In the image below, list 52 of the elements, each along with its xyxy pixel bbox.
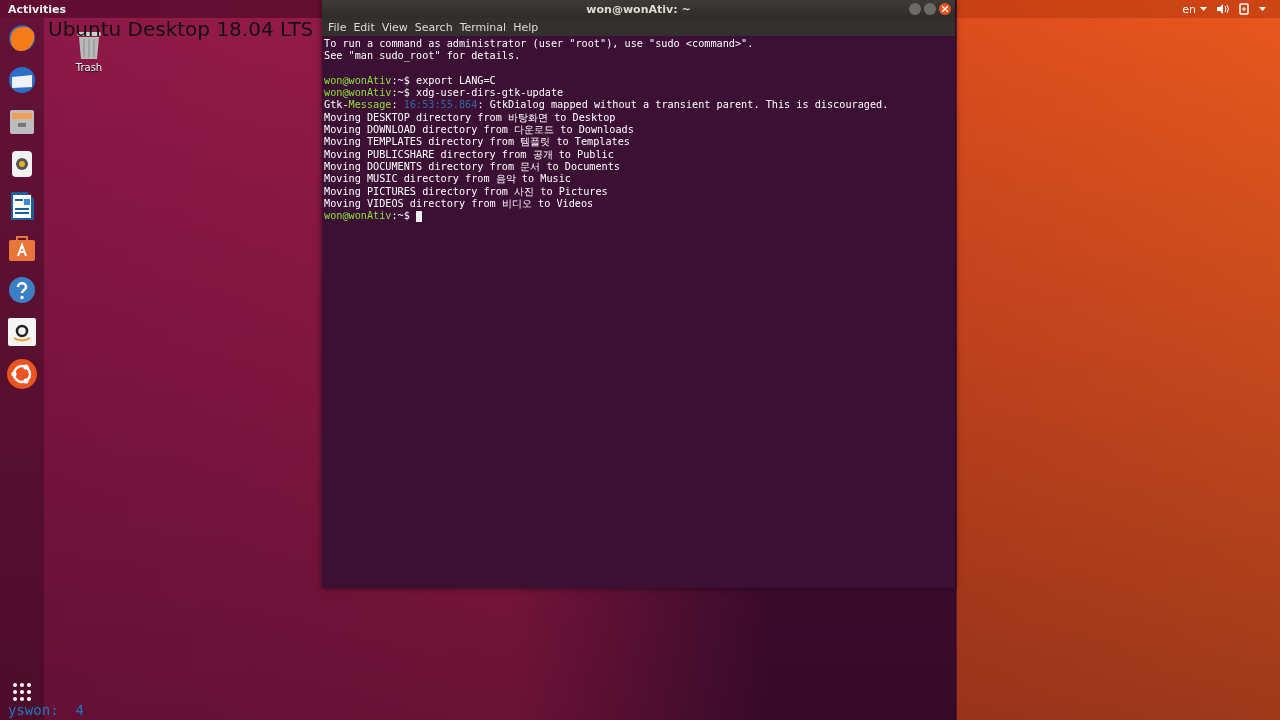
circle-of-friends-icon (6, 358, 38, 390)
dock-item[interactable] (6, 358, 38, 390)
caret-icon (1200, 7, 1207, 11)
user-counter: yswon: 4 (8, 702, 84, 718)
menu-item[interactable]: View (379, 20, 413, 34)
terminal-text: : (391, 99, 399, 112)
mail-icon (7, 65, 37, 95)
terminal-text: Moving PICTURES directory from 사진 to Pictures (324, 185, 608, 198)
speaker-icon (1217, 4, 1229, 14)
terminal-text: See "man sudo_root" for details. (324, 50, 521, 63)
video-caption: Ubuntu Desktop 18.04 LTS (48, 17, 314, 41)
terminal-text: won@wonAtiv (324, 74, 392, 88)
menu-item[interactable]: Edit (351, 20, 380, 34)
terminal-text: : GtkDialog mapped without a transient parent. This is discouraged. (477, 99, 889, 112)
window-title: won@wonAtiv: ~ (586, 2, 691, 16)
terminal-text: :~$ xdg-user-dirs-gtk-update (391, 87, 564, 100)
terminal-text: Moving MUSIC directory from 음악 to Music (324, 173, 571, 186)
help-icon (8, 276, 36, 304)
document-icon (9, 191, 35, 221)
dock-item[interactable] (6, 274, 38, 306)
dock-item[interactable] (6, 64, 38, 96)
terminal-text: Moving PUBLICSHARE directory from 공개 to Public (324, 148, 614, 161)
close-icon (942, 6, 948, 12)
terminal-text: To run a command as administrator (user "root"), use "sudo <command>". (324, 38, 754, 51)
text-cursor (416, 210, 422, 222)
shopping-bag-icon (8, 234, 36, 262)
language-menu[interactable]: en (1182, 2, 1196, 16)
menu-item[interactable]: Terminal (457, 20, 512, 34)
close-button[interactable] (939, 3, 951, 15)
terminal-text: :~$ (391, 210, 411, 223)
terminal-text: Moving DOCUMENTS directory from 문서 to Documents (324, 160, 620, 174)
icon-label: Trash (75, 62, 103, 73)
terminal-text: won@wonAtiv (324, 210, 392, 223)
activities-button[interactable]: Activities (8, 2, 67, 16)
minimize-button[interactable] (909, 3, 921, 15)
terminal-text: Moving DOWNLOAD directory from 다운로드 to Downloads (324, 124, 634, 137)
terminal-text: 16:53:55.864 (403, 99, 478, 112)
terminal-text: :~$ export LANG=C (391, 74, 496, 88)
terminal-text: Gtk- (324, 99, 349, 112)
menu-item[interactable]: File (326, 20, 352, 34)
terminal-text: Moving VIDEOS directory from 비디오 to Videos (324, 197, 594, 211)
terminal-text: Moving DESKTOP directory from 바탕화면 to Desktop (324, 111, 616, 125)
caret-icon (1259, 7, 1266, 11)
terminal-text: Message (348, 99, 392, 112)
battery-icon (1239, 3, 1249, 15)
menu-item[interactable]: Help (511, 20, 544, 34)
speaker-icon (10, 150, 34, 178)
terminal-text: Moving TEMPLATES directory from 템플릿 to Templates (324, 136, 630, 149)
file-cabinet-icon (8, 108, 36, 136)
app-grid-icon[interactable] (12, 682, 32, 702)
terminal-text: won@wonAtiv (324, 87, 392, 100)
menu-item[interactable]: Search (412, 20, 458, 34)
